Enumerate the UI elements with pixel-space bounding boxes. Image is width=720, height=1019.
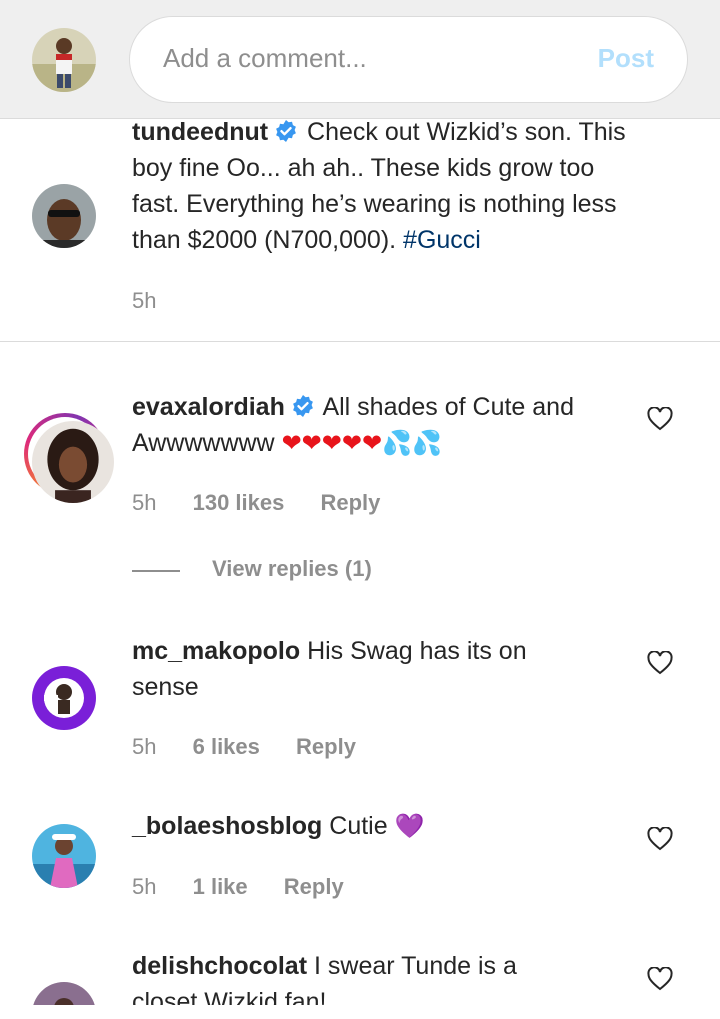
comment-text-line-1: His Swag has its on [307,637,527,665]
view-replies-label: View replies (1) [212,556,372,581]
caption-text: tundeednut Check out Wizkid’s son. This … [132,114,626,258]
caption-text-line-2: boy fine Oo... ah ah.. These kids grow t… [132,154,595,182]
purple-heart-emoji: 💜 [394,813,425,840]
comment-input[interactable]: Add a comment... Post [129,16,688,103]
comment-timestamp: 5h [132,490,157,515]
current-user-avatar [32,28,96,92]
comment-text: evaxalordiah All shades of Cute and Awww… [132,389,574,462]
comment-text: _bolaeshosblog Cutie 💜 [132,808,424,845]
comment-text-line-1: Cutie [329,812,388,840]
comment-username[interactable]: evaxalordiah [132,393,285,421]
heart-outline-icon[interactable] [647,407,673,431]
comment-username[interactable]: mc_makopolo [132,637,300,665]
reply-button[interactable]: Reply [284,874,344,900]
comment-text-line-2: sense [132,673,199,701]
post-button[interactable]: Post [598,43,654,74]
heart-outline-icon[interactable] [647,651,673,675]
caption-meta: 5h [132,288,156,314]
verified-badge-icon [276,120,296,142]
story-ring[interactable] [24,413,114,503]
comment-input-placeholder: Add a comment... [163,43,367,73]
heart-outline-icon[interactable] [647,827,673,851]
caption-text-line-4: than $2000 (N700,000). [132,226,397,254]
bottom-edge [0,1005,720,1019]
likes-count[interactable]: 1 like [193,874,248,900]
red-heart-emojis: ❤❤❤❤❤ [281,430,383,457]
likes-count[interactable]: 130 likes [193,490,285,516]
heart-outline-icon[interactable] [647,967,673,991]
comment-meta: 5h 6 likes Reply [132,734,356,760]
view-replies-line [132,570,180,572]
comment-text-line-1: All shades of Cute and [322,393,574,421]
likes-count[interactable]: 6 likes [193,734,260,760]
reply-button[interactable]: Reply [320,490,380,516]
evaxalordiah-avatar [32,421,114,503]
reply-button[interactable]: Reply [296,734,356,760]
comment-composer-bar: Add a comment... Post [0,0,720,119]
comment-timestamp: 5h [132,874,157,899]
comment-meta: 5h 130 likes Reply [132,490,380,516]
comment-username[interactable]: _bolaeshosblog [132,812,322,840]
caption-text-line-3: fast. Everything he’s wearing is nothing… [132,190,617,218]
hashtag-link[interactable]: #Gucci [403,226,481,254]
caption-text-line-1: Check out Wizkid’s son. This [307,118,626,146]
bolaeshosblog-avatar[interactable] [32,824,96,888]
tundeednut-avatar[interactable] [32,184,96,248]
sweat-droplets-emojis: 💦💦 [382,430,442,457]
comment-meta: 5h 1 like Reply [132,874,344,900]
comment-username[interactable]: delishchocolat [132,952,307,980]
caption-username[interactable]: tundeednut [132,118,268,146]
comment-text-line-1: I swear Tunde is a [314,952,517,980]
comment-timestamp: 5h [132,734,157,759]
comment-text: mc_makopolo His Swag has its on sense [132,633,527,705]
caption-divider [0,341,720,342]
mc-makopolo-avatar[interactable] [32,666,96,730]
comment-text-line-2: Awwwwwww [132,429,275,457]
verified-badge-icon [292,395,313,417]
caption-timestamp: 5h [132,288,157,313]
